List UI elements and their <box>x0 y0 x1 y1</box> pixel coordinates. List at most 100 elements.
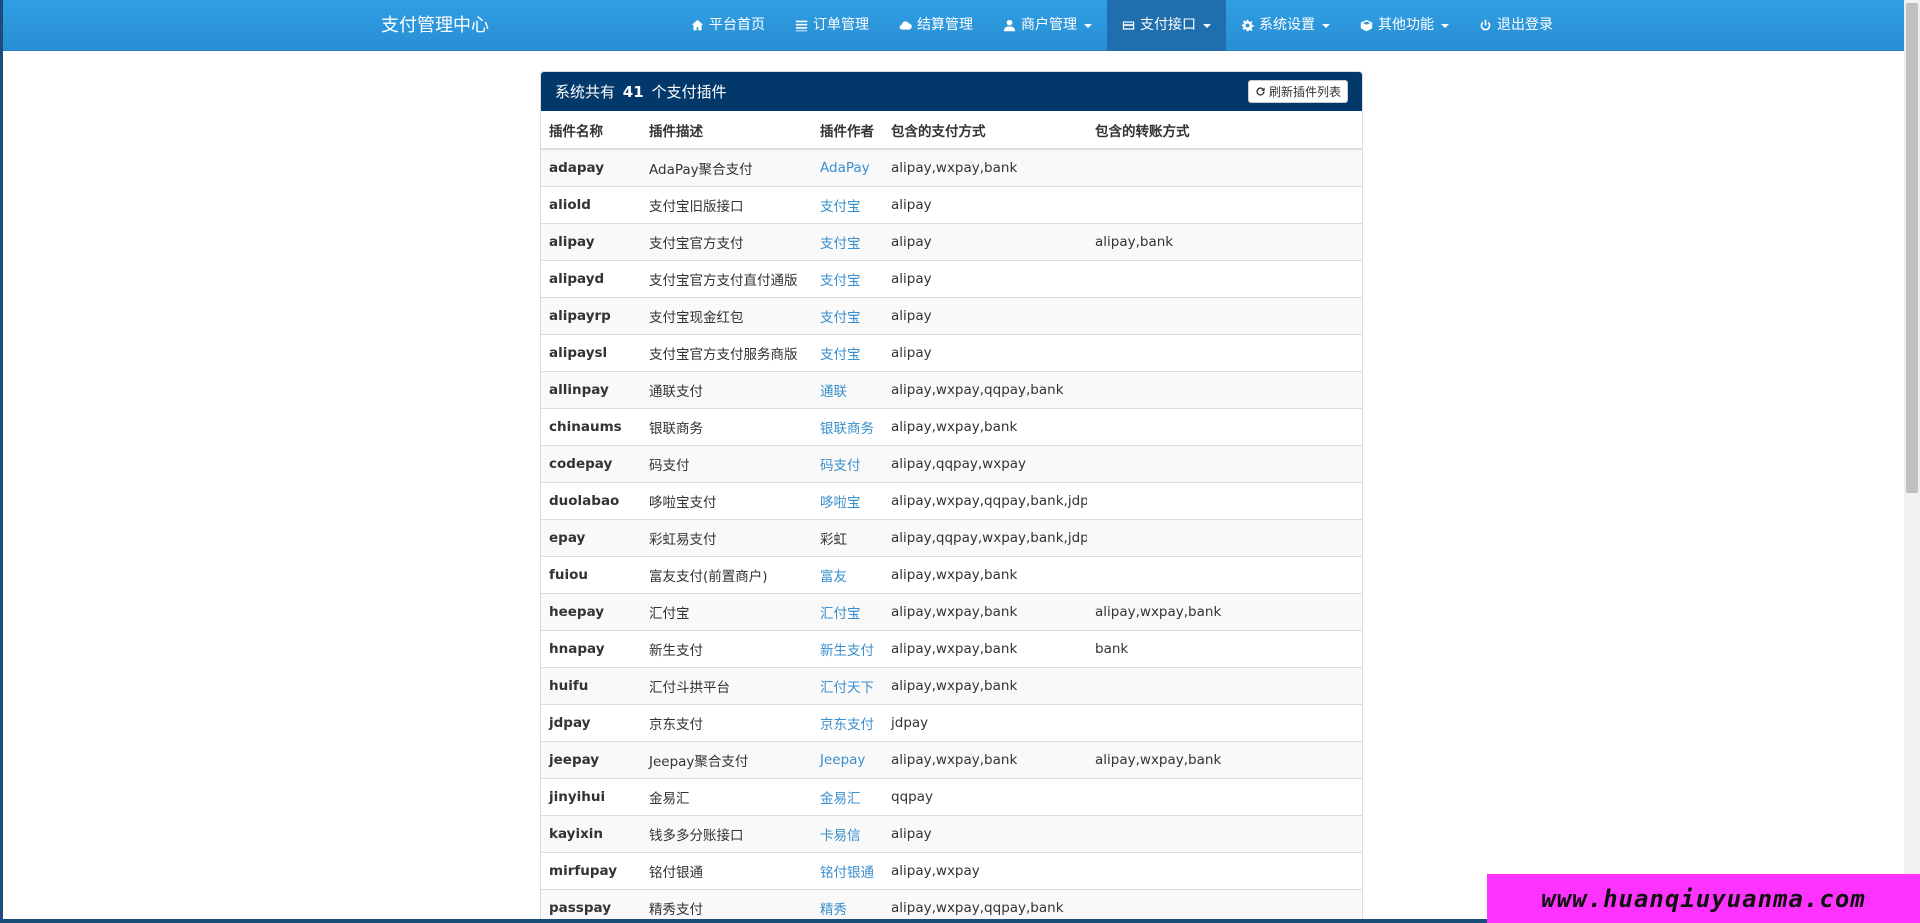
panel-title-prefix: 系统共有 <box>555 83 616 101</box>
plugin-desc: 码支付 <box>641 444 812 482</box>
header-plugin-author: 插件作者 <box>812 111 883 150</box>
plugin-desc: 新生支付 <box>641 629 812 667</box>
nav-item-label: 退出登录 <box>1497 17 1553 33</box>
author-link[interactable]: 京东支付 <box>820 717 874 733</box>
author-link[interactable]: AdaPay <box>820 160 870 176</box>
plugin-desc: 银联商务 <box>641 407 812 445</box>
pay-methods: alipay,wxpay,bank <box>883 666 1087 704</box>
watermark-text: www.huanqiuyuanma.com <box>1541 884 1866 913</box>
plugin-table: 插件名称 插件描述 插件作者 包含的支付方式 包含的转账方式 adapay Ada… <box>541 111 1362 923</box>
plugin-author: 汇付宝 <box>812 592 883 630</box>
plugin-name: alipayrp <box>541 296 641 334</box>
table-row: aliold 支付宝旧版接口 支付宝 alipay <box>541 185 1362 223</box>
scrollbar-thumb[interactable] <box>1906 3 1918 493</box>
pay-methods: alipay,wxpay,bank <box>883 592 1087 630</box>
nav-item-power[interactable]: 退出登录 <box>1464 0 1568 51</box>
pay-methods: alipay <box>883 814 1087 852</box>
pay-methods: alipay,wxpay,qqpay,bank,jdpay <box>883 481 1087 519</box>
nav-item-list[interactable]: 订单管理 <box>780 0 884 51</box>
nav-item-home[interactable]: 平台首页 <box>676 0 780 51</box>
plugin-desc: 铭付银通 <box>641 851 812 889</box>
pay-methods: alipay,wxpay,bank <box>883 740 1087 778</box>
plugin-author: 支付宝 <box>812 296 883 334</box>
table-row: mirfupay 铭付银通 铭付银通 alipay,wxpay <box>541 851 1362 889</box>
transfer-methods <box>1087 259 1362 297</box>
author-link[interactable]: 汇付天下 <box>820 680 874 696</box>
pay-methods: alipay,wxpay,qqpay,bank <box>883 370 1087 408</box>
plugin-author: 支付宝 <box>812 222 883 260</box>
author-link[interactable]: 铭付银通 <box>820 865 874 881</box>
author-link[interactable]: 通联 <box>820 384 847 400</box>
table-row: epay 彩虹易支付 彩虹 alipay,qqpay,wxpay,bank,jdpay <box>541 518 1362 556</box>
top-navbar: 支付管理中心 平台首页 订单管理 结算管理 商户管理 支付接口 系统设置 其他功能 退出登录 <box>0 0 1904 51</box>
plugin-desc: 富友支付(前置商户) <box>641 555 812 593</box>
pay-methods: alipay,qqpay,wxpay,bank,jdpay <box>883 518 1087 556</box>
nav-item-cube[interactable]: 其他功能 <box>1345 0 1464 51</box>
cloud-icon <box>899 21 912 30</box>
author-link[interactable]: 支付宝 <box>820 199 861 215</box>
brand-title[interactable]: 支付管理中心 <box>381 0 489 51</box>
refresh-plugin-list-button[interactable]: 刷新插件列表 <box>1247 80 1348 103</box>
plugin-desc: 哆啦宝支付 <box>641 481 812 519</box>
panel-title: 系统共有 41 个支付插件 <box>555 81 726 102</box>
gear-icon <box>1241 19 1254 32</box>
header-transfer-methods: 包含的转账方式 <box>1087 111 1362 150</box>
table-row: jdpay 京东支付 京东支付 jdpay <box>541 703 1362 741</box>
nav-item-user[interactable]: 商户管理 <box>988 0 1107 51</box>
plugin-count: 41 <box>622 83 644 101</box>
pay-methods: alipay,wxpay <box>883 851 1087 889</box>
table-row: passpay 精秀支付 精秀 alipay,wxpay,qqpay,bank <box>541 888 1362 923</box>
transfer-methods <box>1087 185 1362 223</box>
plugin-desc: 支付宝现金红包 <box>641 296 812 334</box>
nav-item-credit-card[interactable]: 支付接口 <box>1107 0 1226 51</box>
transfer-methods <box>1087 407 1362 445</box>
plugin-name: aliold <box>541 185 641 223</box>
plugin-author: 汇付天下 <box>812 666 883 704</box>
table-row: jinyihui 金易汇 金易汇 qqpay <box>541 777 1362 815</box>
table-row: allinpay 通联支付 通联 alipay,wxpay,qqpay,bank <box>541 370 1362 408</box>
author-link[interactable]: 哆啦宝 <box>820 495 861 511</box>
transfer-methods <box>1087 555 1362 593</box>
header-plugin-name: 插件名称 <box>541 111 641 150</box>
plugin-author: 铭付银通 <box>812 851 883 889</box>
pay-methods: alipay,wxpay,bank <box>883 629 1087 667</box>
plugin-name: adapay <box>541 148 641 186</box>
plugin-author: 精秀 <box>812 888 883 923</box>
author-link[interactable]: 精秀 <box>820 902 847 918</box>
nav-item-cloud[interactable]: 结算管理 <box>884 0 988 51</box>
table-row: chinaums 银联商务 银联商务 alipay,wxpay,bank <box>541 407 1362 445</box>
author-link[interactable]: 支付宝 <box>820 347 861 363</box>
author-link[interactable]: Jeepay <box>820 752 865 768</box>
pay-methods: jdpay <box>883 703 1087 741</box>
author-link[interactable]: 银联商务 <box>820 421 874 437</box>
plugin-author: 码支付 <box>812 444 883 482</box>
author-link[interactable]: 码支付 <box>820 458 861 474</box>
transfer-methods <box>1087 518 1362 556</box>
transfer-methods <box>1087 444 1362 482</box>
author-link[interactable]: 支付宝 <box>820 273 861 289</box>
transfer-methods <box>1087 296 1362 334</box>
plugin-author: 支付宝 <box>812 185 883 223</box>
pay-methods: alipay <box>883 222 1087 260</box>
author-link[interactable]: 支付宝 <box>820 310 861 326</box>
plugin-name: passpay <box>541 888 641 923</box>
author-link[interactable]: 富友 <box>820 569 847 585</box>
table-row: fuiou 富友支付(前置商户) 富友 alipay,wxpay,bank <box>541 555 1362 593</box>
plugin-desc: 支付宝官方支付 <box>641 222 812 260</box>
plugin-desc: 京东支付 <box>641 703 812 741</box>
author-link[interactable]: 支付宝 <box>820 236 861 252</box>
plugin-desc: 彩虹易支付 <box>641 518 812 556</box>
watermark-banner: www.huanqiuyuanma.com <box>1487 874 1920 923</box>
home-icon <box>691 19 704 31</box>
author-link[interactable]: 汇付宝 <box>820 606 861 622</box>
plugin-name: alipay <box>541 222 641 260</box>
author-link[interactable]: 卡易信 <box>820 828 861 844</box>
plugin-desc: 钱多多分账接口 <box>641 814 812 852</box>
pay-methods: alipay,wxpay,bank <box>883 407 1087 445</box>
plugin-name: alipayd <box>541 259 641 297</box>
author-link[interactable]: 新生支付 <box>820 643 874 659</box>
nav-item-gear[interactable]: 系统设置 <box>1226 0 1345 51</box>
author-link[interactable]: 金易汇 <box>820 791 861 807</box>
pay-methods: alipay <box>883 259 1087 297</box>
author-text: 彩虹 <box>820 531 847 548</box>
